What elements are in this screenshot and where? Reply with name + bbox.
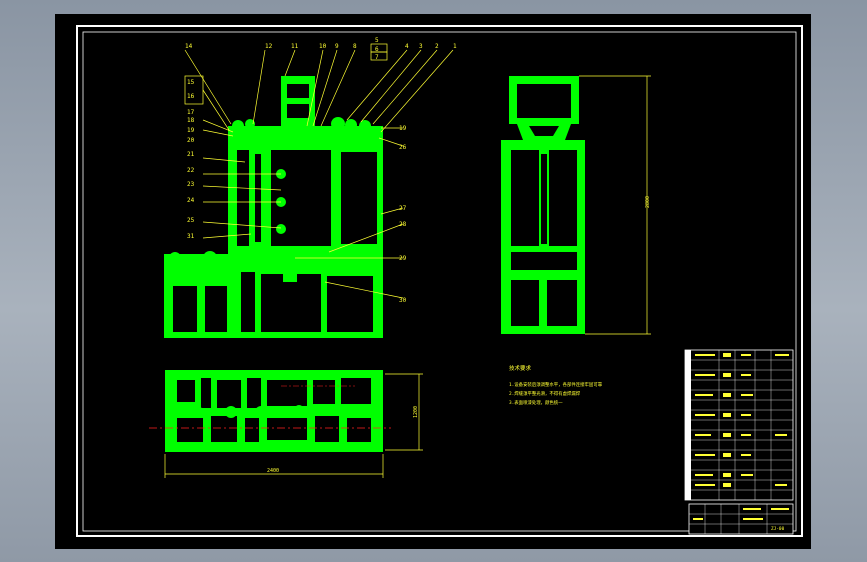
dimension-depth: 1200 <box>413 406 419 418</box>
callout-11: 11 <box>291 43 299 50</box>
callout-4: 4 <box>405 43 409 50</box>
note-line-2: 2.焊缝须平整光滑，不得有虚焊漏焊 <box>509 390 581 397</box>
callout-7: 7 <box>375 54 379 61</box>
callout-17: 17 <box>187 109 195 116</box>
callout-12: 12 <box>265 43 273 50</box>
note-line-3: 3.表面喷漆处理，颜色统一 <box>509 399 563 406</box>
callout-6: 6 <box>375 46 379 53</box>
callout-8: 8 <box>353 43 357 50</box>
callout-27: 27 <box>399 205 407 212</box>
callout-29: 29 <box>399 255 407 262</box>
drawing-frame: 14 12 11 10 9 8 7 6 5 4 3 2 1 15 16 17 1… <box>55 14 811 549</box>
callout-22: 22 <box>187 167 195 174</box>
callout-16: 16 <box>187 93 195 100</box>
callout-18: 18 <box>187 117 195 124</box>
callout-9: 9 <box>335 43 339 50</box>
callout-26: 26 <box>399 144 407 151</box>
callout-2: 2 <box>435 43 439 50</box>
callout-10: 10 <box>319 43 327 50</box>
callout-28: 28 <box>399 221 407 228</box>
note-line-1: 1.设备安装后须调整水平，各部件连接牢固可靠 <box>509 381 603 388</box>
callout-30: 30 <box>399 297 407 304</box>
callout-3: 3 <box>419 43 423 50</box>
callout-5: 5 <box>375 37 379 44</box>
drawing-number: ZJ-00 <box>771 526 785 532</box>
parts-list <box>684 349 794 501</box>
title-block: ZJ-00 <box>688 503 794 535</box>
callout-14: 14 <box>185 43 193 50</box>
dimension-width: 2400 <box>267 468 279 474</box>
callout-23: 23 <box>187 181 195 188</box>
callout-1: 1 <box>453 43 457 50</box>
callout-15: 15 <box>187 79 195 86</box>
top-view <box>165 370 383 452</box>
callout-21: 21 <box>187 151 195 158</box>
callout-19-right: 19 <box>399 125 407 132</box>
callout-20: 20 <box>187 137 195 144</box>
callout-25: 25 <box>187 217 195 224</box>
notes-heading: 技术要求 <box>509 364 532 372</box>
callout-19-left: 19 <box>187 127 195 134</box>
callout-24: 24 <box>187 197 195 204</box>
callout-31: 31 <box>187 233 195 240</box>
cad-viewport: 14 12 11 10 9 8 7 6 5 4 3 2 1 15 16 17 1… <box>0 0 867 562</box>
dimension-height: 2800 <box>645 196 651 208</box>
side-view <box>501 76 585 334</box>
